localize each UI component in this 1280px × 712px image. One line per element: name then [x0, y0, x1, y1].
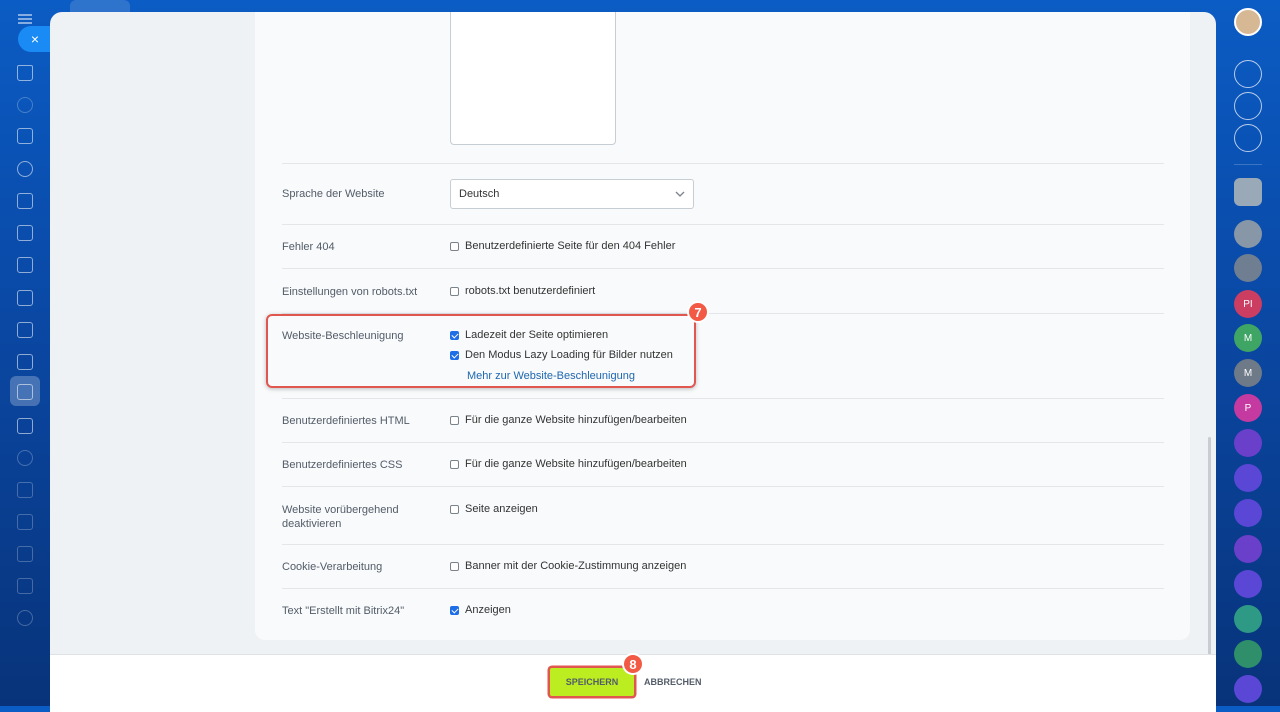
automation-icon[interactable] — [17, 450, 33, 466]
row-divider — [282, 268, 1164, 269]
robots-checkbox[interactable] — [450, 286, 459, 296]
row-divider — [282, 588, 1164, 589]
language-value: Deutsch — [459, 188, 500, 200]
copilot-chat-icon[interactable] — [1234, 464, 1262, 492]
html-option[interactable]: Für die ganze Website hinzufügen/bearbei… — [450, 414, 687, 426]
drive-icon[interactable] — [17, 225, 33, 241]
tab-hint — [70, 0, 130, 12]
contacts-icon[interactable] — [17, 546, 33, 562]
tasks-icon[interactable] — [17, 322, 33, 338]
error404-option[interactable]: Benutzerdefinierte Seite für den 404 Feh… — [450, 240, 675, 252]
copilot-icon[interactable] — [1234, 92, 1262, 120]
deactivate-checkbox[interactable] — [450, 504, 459, 514]
row-divider — [282, 486, 1164, 487]
cookie-label: Cookie-Verarbeitung — [282, 561, 383, 573]
row-divider — [282, 163, 1164, 164]
contact-avatar[interactable] — [1234, 178, 1262, 206]
divider — [1234, 164, 1262, 165]
sign-icon[interactable] — [17, 482, 33, 498]
calendar-icon[interactable] — [17, 290, 33, 306]
step-badge-8: 8 — [622, 653, 644, 675]
user-avatar[interactable] — [1234, 8, 1262, 36]
copilot-chat-icon[interactable] — [1234, 570, 1262, 598]
contact-avatar-pi[interactable]: PI — [1234, 290, 1262, 318]
highlight-frame — [266, 314, 696, 388]
puzzle-icon[interactable] — [17, 97, 33, 113]
save-button[interactable]: SPEICHERN — [550, 668, 634, 696]
close-icon: × — [30, 31, 40, 47]
menu-icon[interactable] — [18, 14, 32, 16]
row-divider — [282, 442, 1164, 443]
left-sidebar — [0, 0, 50, 706]
right-sidebar: PI M M P — [1216, 0, 1280, 706]
team-icon[interactable] — [17, 161, 33, 177]
language-label: Sprache der Website — [282, 188, 385, 200]
language-select[interactable]: Deutsch — [450, 179, 694, 209]
html-label: Benutzerdefiniertes HTML — [282, 415, 410, 427]
chat-icon[interactable] — [17, 257, 33, 273]
group-icon[interactable] — [17, 578, 33, 594]
error404-label: Fehler 404 — [282, 241, 335, 253]
html-checkbox[interactable] — [450, 415, 459, 425]
footer-bar: SPEICHERN 8 ABBRECHEN — [50, 653, 1216, 712]
bitrix-checkbox[interactable] — [450, 605, 459, 615]
contact-avatar[interactable] — [1234, 254, 1262, 282]
row-divider — [282, 544, 1164, 545]
cancel-button[interactable]: ABBRECHEN — [644, 668, 702, 696]
css-label: Benutzerdefiniertes CSS — [282, 459, 403, 471]
storage-icon[interactable] — [17, 514, 33, 530]
text-area[interactable] — [450, 12, 616, 145]
filter-icon[interactable] — [17, 418, 33, 434]
row-divider — [282, 398, 1164, 399]
chevron-down-icon — [675, 191, 685, 197]
deactivate-option[interactable]: Seite anzeigen — [450, 503, 538, 515]
feed-icon[interactable] — [17, 128, 33, 144]
contact-avatar-m[interactable]: M — [1234, 324, 1262, 352]
shop-icon[interactable] — [17, 384, 33, 400]
task-chat-icon[interactable] — [1234, 605, 1262, 633]
group-chat-icon[interactable] — [1234, 429, 1262, 457]
deactivate-label: Website vorübergehend deaktivieren — [282, 504, 399, 530]
contact-avatar[interactable] — [1234, 220, 1262, 248]
copilot-chat-icon[interactable] — [1234, 675, 1262, 703]
bitrix-label: Text "Erstellt mit Bitrix24" — [282, 605, 405, 617]
cookie-checkbox[interactable] — [450, 561, 459, 571]
error404-checkbox[interactable] — [450, 241, 459, 251]
home-icon[interactable] — [17, 65, 33, 81]
css-checkbox[interactable] — [450, 459, 459, 469]
row-divider — [282, 224, 1164, 225]
contact-avatar-p[interactable]: P — [1234, 394, 1262, 422]
contact-avatar-m[interactable]: M — [1234, 359, 1262, 387]
group-chat-icon[interactable] — [1234, 535, 1262, 563]
search-chat-icon[interactable] — [1234, 124, 1262, 152]
css-option[interactable]: Für die ganze Website hinzufügen/bearbei… — [450, 458, 687, 470]
copilot-chat-icon[interactable] — [1234, 499, 1262, 527]
step-badge-7: 7 — [687, 301, 709, 323]
cookie-option[interactable]: Banner mit der Cookie-Zustimmung anzeige… — [450, 560, 686, 572]
bitrix-option[interactable]: Anzeigen — [450, 604, 511, 616]
analytics-icon[interactable] — [17, 354, 33, 370]
robots-option[interactable]: robots.txt benutzerdefiniert — [450, 285, 595, 297]
robots-label: Einstellungen von robots.txt — [282, 286, 418, 298]
document-icon[interactable] — [17, 193, 33, 209]
close-slider-button[interactable]: × — [18, 26, 52, 52]
bell-icon[interactable] — [1234, 60, 1262, 88]
help-icon[interactable] — [17, 610, 33, 626]
lock-icon[interactable] — [1234, 640, 1262, 668]
